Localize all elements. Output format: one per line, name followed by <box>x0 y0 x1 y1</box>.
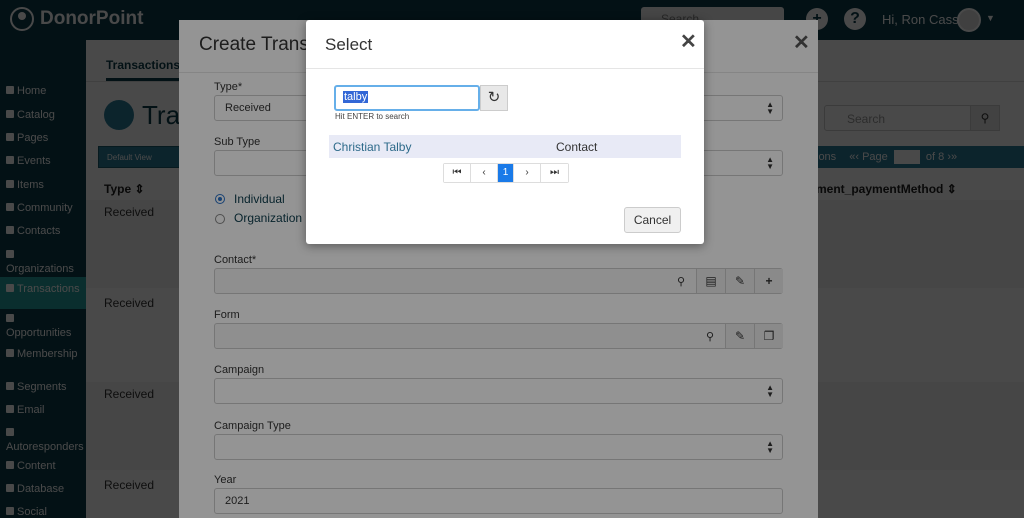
pagination: ⏮ ‹ 1 › ⏭ <box>443 163 569 183</box>
cancel-button[interactable]: Cancel <box>624 207 681 233</box>
select-dialog: Select ✕ talby ↻ Hit ENTER to search Chr… <box>306 20 704 244</box>
next-page-icon[interactable]: › <box>514 164 541 182</box>
result-row[interactable]: Christian Talby Contact <box>329 135 681 158</box>
search-hint: Hit ENTER to search <box>335 112 410 121</box>
page-number-current[interactable]: 1 <box>498 164 514 182</box>
result-name[interactable]: Christian Talby <box>333 140 411 154</box>
close-icon[interactable]: ✕ <box>680 29 697 54</box>
refresh-icon[interactable]: ↻ <box>480 85 508 111</box>
search-input[interactable]: talby <box>334 85 480 111</box>
first-page-icon[interactable]: ⏮ <box>444 164 471 182</box>
divider <box>306 68 704 69</box>
result-type: Contact <box>556 140 598 154</box>
prev-page-icon[interactable]: ‹ <box>471 164 498 182</box>
last-page-icon[interactable]: ⏭ <box>541 164 568 182</box>
dialog-title: Select <box>325 35 373 54</box>
